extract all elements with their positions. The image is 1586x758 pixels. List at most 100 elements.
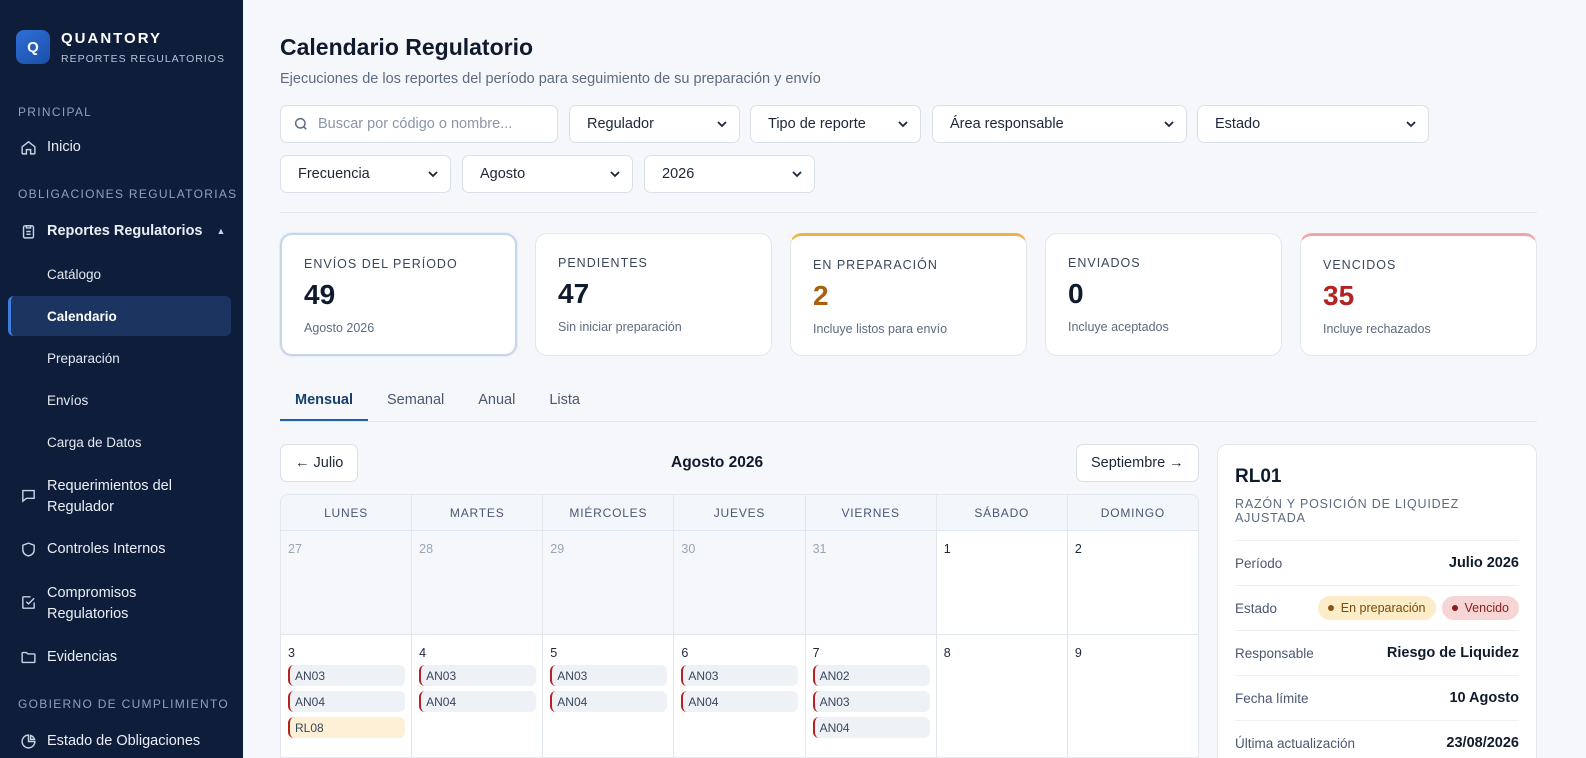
sidebar-subitem-calendario[interactable]: Calendario <box>47 309 117 324</box>
page-subtitle: Ejecuciones de los reportes del período … <box>280 71 821 87</box>
kpi-subtext: Incluye listos para envío <box>813 322 948 336</box>
kpi-card-vencidos[interactable]: VENCIDOS 35 Incluye rechazados <box>1300 233 1537 356</box>
kpi-value: 2 <box>813 280 829 311</box>
kpi-card-envios[interactable]: ENVÍOS DEL PERÍODO 49 Agosto 2026 <box>280 233 517 356</box>
area-responsable-select[interactable]: Área responsable <box>932 105 1187 143</box>
prev-month-button[interactable]: ← Julio <box>280 444 359 482</box>
folder-icon <box>19 648 37 666</box>
section-label-principal: PRINCIPAL <box>18 105 93 119</box>
sidebar: Q QUANTORY REPORTES REGULATORIOS PRINCIP… <box>0 0 243 758</box>
calendar-day-cell[interactable]: 6 AN03 AN04 <box>674 635 806 757</box>
tipo-reporte-select[interactable]: Tipo de reporte <box>750 105 921 143</box>
sidebar-item-inicio[interactable]: Inicio <box>0 137 243 157</box>
section-label-gobierno: GOBIERNO DE CUMPLIMIENTO <box>18 697 230 711</box>
tab-anual[interactable]: Anual <box>463 388 530 421</box>
calendar-day-cell[interactable]: 9 <box>1068 635 1198 757</box>
report-chip[interactable]: AN03 <box>681 665 799 686</box>
day-number: 9 <box>1074 646 1082 660</box>
calendar-day-cell[interactable]: 3 AN03 AN04 RL08 <box>281 635 413 757</box>
calendar-day-cell[interactable]: 27 <box>281 531 413 634</box>
calendar-day-cell[interactable]: 28 <box>412 531 544 634</box>
sidebar-subitem-catalogo[interactable]: Catálogo <box>47 267 101 282</box>
calendar-day-cell[interactable]: 31 <box>805 531 937 634</box>
search-placeholder: Buscar por código o nombre... <box>318 116 513 132</box>
tab-mensual[interactable]: Mensual <box>280 388 369 421</box>
kpi-subtext: Incluye rechazados <box>1323 322 1431 336</box>
calendar-day-cell[interactable]: 2 <box>1068 531 1198 634</box>
detail-row-estado: Estado En preparación Vencido <box>1235 585 1519 630</box>
report-chip[interactable]: AN04 <box>681 691 799 712</box>
sidebar-item-reportes-regulatorios[interactable]: Reportes Regulatorios ▲ <box>0 221 243 241</box>
tab-lista[interactable]: Lista <box>534 388 595 421</box>
caret-up-icon: ▲ <box>216 226 226 236</box>
calendar-day-cell[interactable]: 30 <box>674 531 806 634</box>
report-chip[interactable]: AN03 <box>419 665 537 686</box>
regulador-select[interactable]: Regulador <box>569 105 740 143</box>
tabs-divider <box>280 421 1537 422</box>
brand[interactable]: Q QUANTORY REPORTES REGULATORIOS <box>0 0 243 70</box>
calendar-day-cell[interactable]: 5 AN03 AN04 <box>543 635 675 757</box>
sidebar-item-label: Regulador <box>47 499 114 515</box>
report-chip[interactable]: AN04 <box>550 691 668 712</box>
report-chip[interactable]: AN04 <box>288 691 405 712</box>
report-chip[interactable]: RL08 <box>288 717 405 738</box>
detail-key: Responsable <box>1235 645 1314 661</box>
home-icon <box>19 138 37 156</box>
kpi-card-en-preparacion[interactable]: EN PREPARACIÓN 2 Incluye listos para env… <box>790 233 1027 356</box>
mes-select[interactable]: Agosto <box>462 155 633 193</box>
detail-key: Estado <box>1235 600 1278 616</box>
chevron-down-icon <box>717 121 727 128</box>
report-chip[interactable]: AN04 <box>419 691 537 712</box>
calendar-day-cell[interactable]: 7 AN02 AN03 AN04 <box>806 635 937 757</box>
main-content: Calendario Regulatorio Ejecuciones de lo… <box>243 0 1586 758</box>
weekday-label: VIERNES <box>806 495 937 530</box>
sidebar-item-label: Reportes Regulatorios <box>47 223 203 239</box>
report-chip[interactable]: AN04 <box>812 717 930 738</box>
sidebar-item-controles[interactable]: Controles Internos <box>0 539 243 559</box>
day-number: 6 <box>681 646 689 660</box>
kpi-label: ENVÍOS DEL PERÍODO <box>304 257 458 271</box>
day-number: 4 <box>419 646 427 660</box>
anio-select[interactable]: 2026 <box>644 155 815 193</box>
day-number: 30 <box>681 542 696 556</box>
sidebar-subitem-envios[interactable]: Envíos <box>47 393 88 408</box>
weekday-label: LUNES <box>281 495 413 530</box>
detail-key: Período <box>1235 555 1283 571</box>
select-value: Agosto <box>480 166 526 182</box>
kpi-value: 49 <box>304 279 336 310</box>
kpi-subtext: Incluye aceptados <box>1068 320 1169 334</box>
sidebar-item-evidencias[interactable]: Evidencias <box>0 647 243 667</box>
day-number: 2 <box>1074 542 1082 556</box>
report-chip[interactable]: AN03 <box>288 665 405 686</box>
tab-semanal[interactable]: Semanal <box>372 388 459 421</box>
calendar-day-cell[interactable]: 29 <box>543 531 675 634</box>
sidebar-subitem-carga-de-datos[interactable]: Carga de Datos <box>47 435 142 450</box>
sidebar-subitem-preparacion[interactable]: Preparación <box>47 351 120 366</box>
weekday-label: MIÉRCOLES <box>543 495 675 530</box>
kpi-card-enviados[interactable]: ENVIADOS 0 Incluye aceptados <box>1045 233 1282 356</box>
active-item-highlight <box>8 296 231 336</box>
badge-label: Vencido <box>1464 601 1509 615</box>
select-value: Frecuencia <box>298 166 370 182</box>
sidebar-item-label: Compromisos <box>47 585 137 601</box>
weekday-label: JUEVES <box>674 495 806 530</box>
weekday-label: SÁBADO <box>937 495 1068 530</box>
sidebar-item-requerimientos[interactable]: Requerimientos del Regulador <box>0 476 243 516</box>
report-chip[interactable]: AN03 <box>550 665 668 686</box>
calendar-day-cell[interactable]: 8 <box>937 635 1068 757</box>
sidebar-item-label: Controles Internos <box>47 541 166 557</box>
report-chip[interactable]: AN02 <box>812 665 930 686</box>
estado-select[interactable]: Estado <box>1197 105 1429 143</box>
detail-value: 23/08/2026 <box>1446 735 1519 751</box>
kpi-card-pendientes[interactable]: PENDIENTES 47 Sin iniciar preparación <box>535 233 772 356</box>
report-chip[interactable]: AN03 <box>812 691 930 712</box>
calendar-week-row: 27 28 29 30 31 1 2 <box>281 531 1198 635</box>
sidebar-item-compromisos[interactable]: Compromisos Regulatorios <box>0 583 243 623</box>
calendar-day-cell[interactable]: 1 <box>937 531 1068 634</box>
sidebar-item-estado-obligaciones[interactable]: Estado de Obligaciones <box>0 731 243 751</box>
frecuencia-select[interactable]: Frecuencia <box>280 155 451 193</box>
search-input[interactable]: Buscar por código o nombre... <box>280 105 558 143</box>
calendar-day-cell[interactable]: 4 AN03 AN04 <box>412 635 544 757</box>
next-month-button[interactable]: Septiembre → <box>1076 444 1199 482</box>
day-number: 29 <box>550 542 565 556</box>
